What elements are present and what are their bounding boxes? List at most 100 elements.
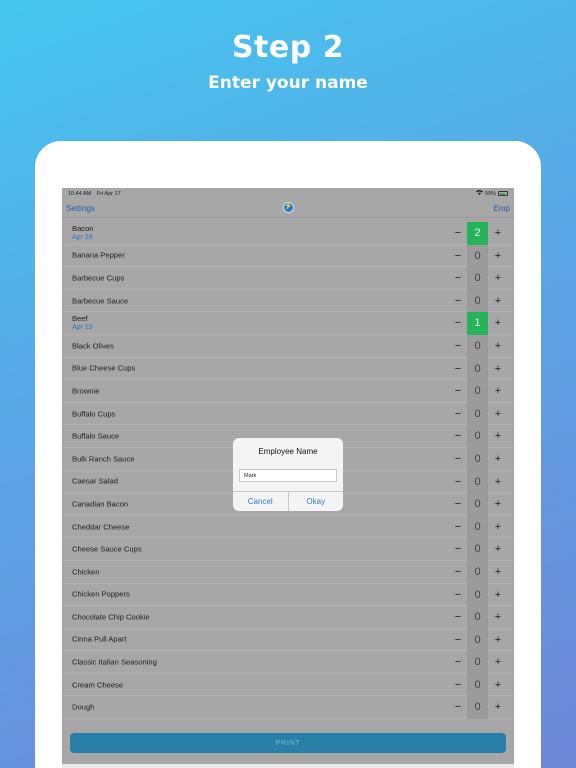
increment-button[interactable]: + xyxy=(491,606,505,629)
decrement-button[interactable]: − xyxy=(452,403,464,426)
decrement-button[interactable]: − xyxy=(452,222,464,245)
item-name: Cheddar Cheese xyxy=(72,522,130,532)
item-name: Black Olives xyxy=(72,341,114,351)
increment-button[interactable]: + xyxy=(491,584,505,607)
list-item: Blue Cheese Cups −0 + xyxy=(62,357,514,381)
status-time: 10:44 AM xyxy=(68,190,92,197)
decrement-button[interactable]: − xyxy=(452,245,464,268)
decrement-button[interactable]: − xyxy=(452,290,464,313)
increment-button[interactable]: + xyxy=(491,516,505,539)
item-count: 0 xyxy=(467,470,488,494)
list-item: Cheddar Cheese −0 + xyxy=(62,515,514,539)
item-name: Classic Italian Seasoning xyxy=(72,657,157,667)
item-date: Apr 16 xyxy=(72,234,93,241)
item-count: 0 xyxy=(467,357,488,381)
increment-button[interactable]: + xyxy=(491,471,505,494)
item-name: Barbecue Cups xyxy=(72,273,125,283)
item-name: Cinna Pull Apart xyxy=(72,634,127,644)
decrement-button[interactable]: − xyxy=(452,425,464,448)
item-name: Buffalo Cups xyxy=(72,409,116,419)
decrement-button[interactable]: − xyxy=(452,516,464,539)
item-name: Chicken Poppers xyxy=(72,589,130,599)
item-count: 0 xyxy=(467,673,488,697)
increment-button[interactable]: + xyxy=(491,538,505,561)
item-count: 1 xyxy=(467,312,488,335)
increment-button[interactable]: + xyxy=(491,312,505,335)
device-bottom-bar xyxy=(62,764,514,768)
increment-button[interactable]: + xyxy=(491,267,505,290)
increment-button[interactable]: + xyxy=(491,245,505,268)
item-name: Canadian Bacon xyxy=(72,499,129,509)
item-name: Beef xyxy=(72,314,88,324)
item-count: 2 xyxy=(467,222,488,245)
list-item: Barbecue Sauce −0 + xyxy=(62,289,514,313)
increment-button[interactable]: + xyxy=(491,651,505,674)
decrement-button[interactable]: − xyxy=(452,606,464,629)
decrement-button[interactable]: − xyxy=(452,696,464,719)
decrement-button[interactable]: − xyxy=(452,312,464,335)
item-name: Cheese Sauce Cups xyxy=(72,544,142,554)
settings-button[interactable]: Settings xyxy=(66,204,95,213)
item-name: Bulk Ranch Sauce xyxy=(72,454,135,464)
decrement-button[interactable]: − xyxy=(452,538,464,561)
item-name: Buffalo Sauce xyxy=(72,431,120,441)
list-item: Dough −0 + xyxy=(62,696,514,720)
print-button[interactable]: PRINT xyxy=(70,733,506,753)
decrement-button[interactable]: − xyxy=(452,674,464,697)
increment-button[interactable]: + xyxy=(491,674,505,697)
item-count: 0 xyxy=(467,583,488,607)
list-item: Banana Pepper −0 + xyxy=(62,244,514,268)
dialog-title: Employee Name xyxy=(258,447,318,456)
list-item: Chocolate Chip Cookie −0 + xyxy=(62,606,514,629)
decrement-button[interactable]: − xyxy=(452,471,464,494)
status-bar: 10:44 AM Fri Apr 17 59% xyxy=(62,188,514,199)
increment-button[interactable]: + xyxy=(491,425,505,448)
item-name: Bacon xyxy=(72,224,94,233)
list-item: Cinna Pull Apart −0 + xyxy=(62,628,514,652)
increment-button[interactable]: + xyxy=(491,380,505,403)
decrement-button[interactable]: − xyxy=(452,629,464,652)
item-count: 0 xyxy=(467,560,488,584)
increment-button[interactable]: + xyxy=(491,290,505,313)
item-date: Apr 15 xyxy=(72,324,93,332)
decrement-button[interactable]: − xyxy=(452,584,464,607)
decrement-button[interactable]: − xyxy=(452,380,464,403)
increment-button[interactable]: + xyxy=(491,629,505,652)
status-date: Fri Apr 17 xyxy=(96,190,121,197)
item-count: 0 xyxy=(467,267,488,290)
item-count: 0 xyxy=(467,289,488,313)
item-count: 0 xyxy=(467,515,488,539)
decrement-button[interactable]: − xyxy=(452,448,464,471)
decrement-button[interactable]: − xyxy=(452,651,464,674)
increment-button[interactable]: + xyxy=(491,335,505,358)
decrement-button[interactable]: − xyxy=(452,335,464,358)
item-name: Chocolate Chip Cookie xyxy=(72,612,150,622)
increment-button[interactable]: + xyxy=(491,493,505,516)
list-item: Classic Italian Seasoning −0 + xyxy=(62,651,514,674)
battery-percent: 59% xyxy=(484,190,496,197)
okay-button[interactable]: Okay xyxy=(289,492,344,511)
increment-button[interactable]: + xyxy=(491,696,505,719)
employee-button[interactable]: Emp xyxy=(494,204,510,213)
hero-title: Step 2 xyxy=(231,30,345,65)
item-name: Blue Cheese Cups xyxy=(72,363,136,373)
increment-button[interactable]: + xyxy=(491,358,505,381)
item-name: Banana Pepper xyxy=(72,250,125,260)
increment-button[interactable]: + xyxy=(491,561,505,584)
employee-name-input[interactable] xyxy=(239,469,337,482)
decrement-button[interactable]: − xyxy=(452,358,464,381)
decrement-button[interactable]: − xyxy=(452,561,464,584)
increment-button[interactable]: + xyxy=(491,448,505,471)
cancel-button[interactable]: Cancel xyxy=(233,492,289,511)
list-item: Cheese Sauce Cups −0 + xyxy=(62,538,514,561)
item-count: 0 xyxy=(467,493,488,516)
app-logo-icon: ⚡ xyxy=(283,202,294,213)
item-name: Caesar Salad xyxy=(72,476,119,486)
decrement-button[interactable]: − xyxy=(452,493,464,516)
list-item: Chicken Poppers −0 + xyxy=(62,583,514,607)
hero-subtitle: Enter your name xyxy=(208,73,368,93)
increment-button[interactable]: + xyxy=(491,222,505,245)
employee-name-dialog: Employee Name Cancel Okay xyxy=(233,438,343,511)
increment-button[interactable]: + xyxy=(491,403,505,426)
decrement-button[interactable]: − xyxy=(452,267,464,290)
